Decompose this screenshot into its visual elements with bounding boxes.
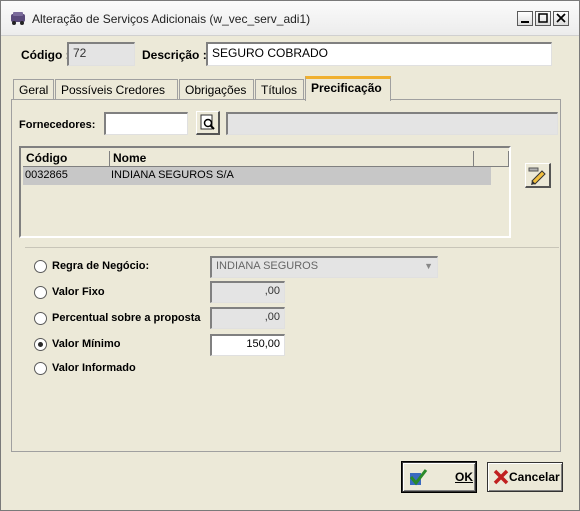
percentual-label: Percentual sobre a proposta [52, 312, 201, 324]
cancel-button[interactable]: Cancelar [487, 462, 563, 492]
grid-cell-nome: INDIANA SEGUROS S/A [111, 169, 234, 181]
ok-label: OK [455, 470, 473, 484]
cancel-label: Cancelar [509, 470, 560, 484]
maximize-button[interactable] [535, 11, 551, 26]
app-car-icon [11, 12, 25, 25]
pencil-icon [528, 167, 546, 185]
minimize-icon [521, 21, 529, 23]
valor-informado-radio[interactable] [34, 362, 47, 375]
regra-negocio-value: INDIANA SEGUROS [216, 260, 319, 272]
fornecedores-name-field [226, 112, 558, 135]
minimize-button[interactable] [517, 11, 533, 26]
search-document-icon [200, 114, 215, 130]
valor-fixo-label: Valor Fixo [52, 286, 105, 298]
tab-obrigacoes[interactable]: Obrigações [179, 79, 254, 100]
fornecedores-search-button[interactable] [196, 111, 220, 135]
window-title: Alteração de Serviços Adicionais (w_vec_… [32, 12, 311, 26]
chevron-down-icon: ▼ [424, 261, 433, 271]
edit-button[interactable] [525, 163, 551, 188]
fornecedores-label: Fornecedores: [19, 119, 96, 131]
tab-geral[interactable]: Geral [13, 79, 54, 100]
title-bar: Alteração de Serviços Adicionais (w_vec_… [1, 1, 579, 36]
valor-fixo-radio[interactable] [34, 286, 47, 299]
ok-button[interactable]: OK [401, 461, 477, 493]
grid-cell-codigo: 0032865 [25, 169, 68, 181]
descricao-label: Descrição : [142, 48, 207, 62]
checkmark-icon [409, 469, 428, 486]
cancel-x-icon [493, 469, 509, 485]
regra-negocio-select[interactable]: INDIANA SEGUROS ▼ [210, 256, 438, 278]
grid-header-filler [474, 151, 509, 167]
table-row[interactable]: 0032865 INDIANA SEGUROS S/A [23, 167, 491, 185]
valor-informado-label: Valor Informado [52, 362, 136, 374]
valor-fixo-field[interactable]: ,00 [210, 281, 285, 303]
fornecedores-code-input[interactable] [104, 112, 188, 135]
dialog-window: Alteração de Serviços Adicionais (w_vec_… [0, 0, 580, 511]
percentual-field[interactable]: ,00 [210, 307, 285, 329]
valor-minimo-field[interactable]: 150,00 [210, 334, 285, 356]
maximize-icon [538, 13, 548, 23]
codigo-field[interactable]: 72 [67, 42, 135, 66]
close-button[interactable] [553, 11, 569, 26]
tab-titulos[interactable]: Títulos [255, 79, 304, 100]
codigo-label: Código : [21, 48, 70, 62]
grid-header-codigo[interactable]: Código [23, 151, 110, 167]
regra-negocio-radio[interactable] [34, 260, 47, 273]
tab-possiveis-credores[interactable]: Possíveis Credores [55, 79, 178, 100]
descricao-field[interactable]: SEGURO COBRADO [206, 42, 552, 66]
radio-selected-dot [38, 342, 43, 347]
valor-minimo-radio[interactable] [34, 338, 47, 351]
grid-header-nome[interactable]: Nome [110, 151, 474, 167]
percentual-radio[interactable] [34, 312, 47, 325]
close-icon [556, 13, 566, 23]
tab-precificacao[interactable]: Precificação [305, 76, 391, 101]
fornecedores-grid: Código Nome 0032865 INDIANA SEGUROS S/A [19, 146, 511, 238]
regra-negocio-label: Regra de Negócio: [52, 260, 150, 272]
valor-minimo-label: Valor Mínimo [52, 338, 121, 350]
section-divider [25, 247, 559, 248]
